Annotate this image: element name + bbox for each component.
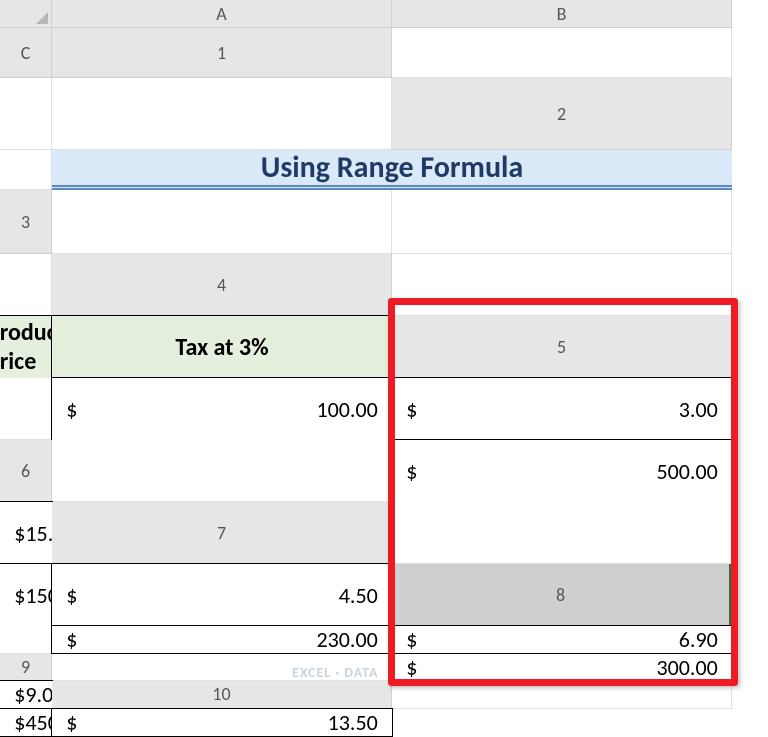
price-value: 100.00 (316, 396, 377, 423)
price-value: 500.00 (656, 458, 717, 485)
currency-symbol: $ (66, 709, 77, 736)
cell-A1[interactable] (392, 28, 732, 78)
row-header-5[interactable]: 5 (392, 316, 732, 378)
cell-A3[interactable] (52, 190, 392, 254)
price-value: 300.00 (656, 654, 717, 681)
col-header-A[interactable]: A (52, 0, 392, 28)
cell-C10[interactable]: $13.50 (51, 708, 393, 737)
cell-B7[interactable]: $150.00 (0, 563, 53, 627)
tax-value: 4.50 (339, 582, 378, 609)
row-header-3[interactable]: 3 (0, 190, 52, 254)
table-header-tax[interactable]: Tax at 3% (51, 315, 393, 379)
currency-symbol: $ (406, 458, 417, 485)
cell-B8[interactable]: $230.00 (51, 625, 393, 654)
price-value: 230.00 (316, 626, 377, 653)
cell-B6[interactable]: $500.00 (391, 439, 733, 503)
tax-value: 13.50 (328, 709, 378, 736)
row-header-4[interactable]: 4 (52, 254, 392, 316)
row-header-10[interactable]: 10 (52, 681, 392, 709)
tax-value: 6.90 (679, 626, 718, 653)
cell-B1[interactable] (0, 78, 52, 150)
cell-A10[interactable] (392, 681, 732, 709)
currency-symbol: $ (14, 681, 25, 708)
currency-symbol: $ (66, 626, 77, 653)
currency-symbol: $ (14, 709, 25, 736)
cell-A6[interactable] (52, 440, 392, 502)
cell-A8[interactable] (0, 626, 52, 654)
cell-A7[interactable] (392, 502, 732, 564)
title-cell[interactable]: Using Range Formula (52, 150, 732, 190)
currency-symbol: $ (406, 396, 417, 423)
cell-C8[interactable]: $6.90 (391, 625, 733, 654)
currency-symbol: $ (14, 520, 25, 547)
row-header-2[interactable]: 2 (392, 78, 732, 150)
cell-C9[interactable]: $9.00 (0, 680, 53, 709)
currency-symbol: $ (66, 396, 77, 423)
currency-symbol: $ (406, 626, 417, 653)
cell-B5[interactable]: $100.00 (51, 377, 393, 441)
row-header-7[interactable]: 7 (52, 502, 392, 564)
cell-B9[interactable]: $300.00 (391, 653, 733, 682)
cell-C7[interactable]: $4.50 (51, 563, 393, 627)
cell-A5[interactable] (0, 378, 52, 440)
spreadsheet-grid: A B C 1 2 Using Range Formula 3 4 Produc… (0, 0, 768, 736)
row-header-1[interactable]: 1 (52, 28, 392, 78)
row-header-6[interactable]: 6 (0, 440, 52, 502)
row-header-8[interactable]: 8 (392, 564, 732, 626)
cell-A2[interactable] (0, 150, 52, 190)
currency-symbol: $ (406, 654, 417, 681)
currency-symbol: $ (66, 582, 77, 609)
cell-C1[interactable] (52, 78, 392, 150)
row-header-9[interactable]: 9 (0, 654, 52, 682)
cell-A4[interactable] (392, 254, 732, 316)
cell-C3[interactable] (0, 254, 52, 316)
cell-C5[interactable]: $3.00 (391, 377, 733, 441)
cell-B10[interactable]: $450.00 (0, 708, 53, 737)
cell-B3[interactable] (392, 190, 732, 254)
watermark: EXCEL · DATA (292, 664, 379, 681)
select-all-corner[interactable] (0, 0, 52, 28)
cell-C6[interactable]: $15.00 (0, 501, 53, 565)
col-header-C[interactable]: C (0, 28, 52, 78)
table-header-price[interactable]: Product Price (0, 315, 53, 379)
currency-symbol: $ (14, 582, 25, 609)
col-header-B[interactable]: B (392, 0, 732, 28)
tax-value: 3.00 (679, 396, 718, 423)
